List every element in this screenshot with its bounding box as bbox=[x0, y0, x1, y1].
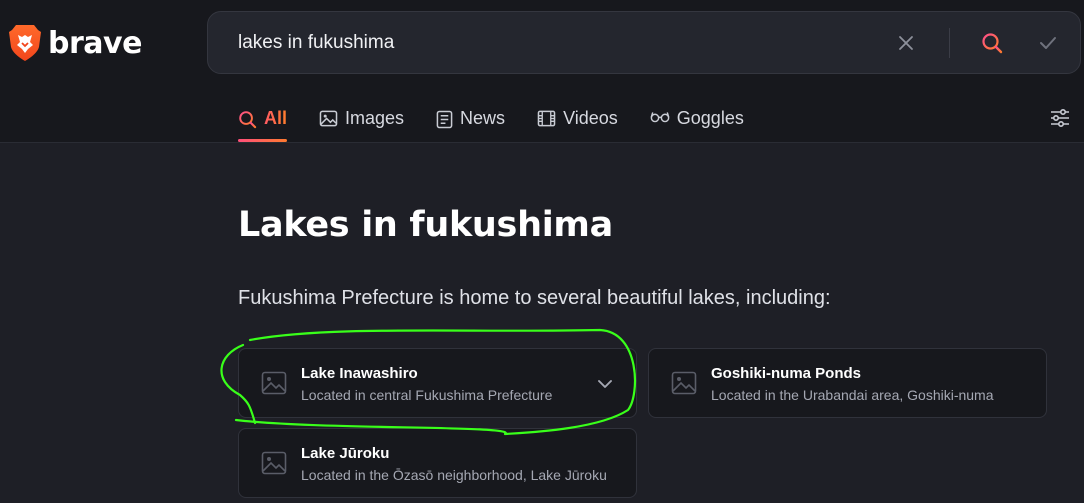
film-icon bbox=[537, 110, 556, 127]
check-icon bbox=[1040, 37, 1056, 49]
card-description: Located in central Fukushima Prefecture bbox=[301, 387, 553, 403]
tab-videos[interactable]: Videos bbox=[537, 96, 618, 143]
search-divider bbox=[949, 28, 950, 58]
goggles-icon bbox=[650, 112, 670, 123]
search-button[interactable] bbox=[980, 31, 1004, 55]
tab-label: News bbox=[460, 108, 506, 128]
tab-all[interactable]: All bbox=[238, 96, 288, 143]
lake-card-inawashiro[interactable]: Lake Inawashiro Located in central Fukus… bbox=[238, 348, 637, 418]
sliders-icon bbox=[1051, 108, 1069, 128]
image-placeholder-icon bbox=[261, 371, 287, 395]
search-input[interactable] bbox=[238, 29, 858, 57]
top-bar: brave All Images bbox=[0, 0, 1084, 143]
brave-logo[interactable]: brave bbox=[8, 22, 142, 64]
tab-goggles[interactable]: Goggles bbox=[650, 96, 744, 143]
tab-label: Goggles bbox=[676, 108, 744, 128]
search-bar bbox=[207, 11, 1081, 74]
image-icon bbox=[319, 110, 338, 127]
card-title: Lake Jūroku bbox=[301, 445, 390, 462]
brand-name: brave bbox=[48, 25, 142, 61]
brave-lion-icon bbox=[9, 25, 41, 61]
search-icon bbox=[982, 33, 1003, 54]
lake-card-goshiki-numa[interactable]: Goshiki-numa Ponds Located in the Uraban… bbox=[648, 348, 1047, 418]
chevron-down-icon[interactable] bbox=[596, 375, 614, 393]
result-tabs: All Images News Videos Goggles bbox=[238, 96, 776, 143]
confirm-button[interactable] bbox=[1036, 31, 1060, 55]
newspaper-icon bbox=[436, 110, 453, 129]
tab-news[interactable]: News bbox=[436, 96, 505, 143]
card-description: Located in the Ōzasō neighborhood, Lake … bbox=[301, 467, 607, 483]
lake-card-juroku[interactable]: Lake Jūroku Located in the Ōzasō neighbo… bbox=[238, 428, 637, 498]
tab-label: Images bbox=[345, 108, 405, 128]
card-title: Lake Inawashiro bbox=[301, 365, 418, 382]
answer-heading: Lakes in fukushima bbox=[238, 205, 613, 245]
search-icon bbox=[239, 111, 257, 129]
card-description: Located in the Urabandai area, Goshiki-n… bbox=[711, 387, 994, 403]
answer-intro: Fukushima Prefecture is home to several … bbox=[238, 287, 831, 309]
card-title: Goshiki-numa Ponds bbox=[711, 365, 862, 382]
image-placeholder-icon bbox=[671, 371, 697, 395]
image-placeholder-icon bbox=[261, 451, 287, 475]
tab-images[interactable]: Images bbox=[319, 96, 404, 143]
clear-button[interactable] bbox=[894, 31, 918, 55]
settings-button[interactable] bbox=[1049, 107, 1071, 129]
close-icon bbox=[899, 36, 913, 50]
tab-label: Videos bbox=[563, 108, 618, 128]
tab-label: All bbox=[264, 108, 288, 128]
